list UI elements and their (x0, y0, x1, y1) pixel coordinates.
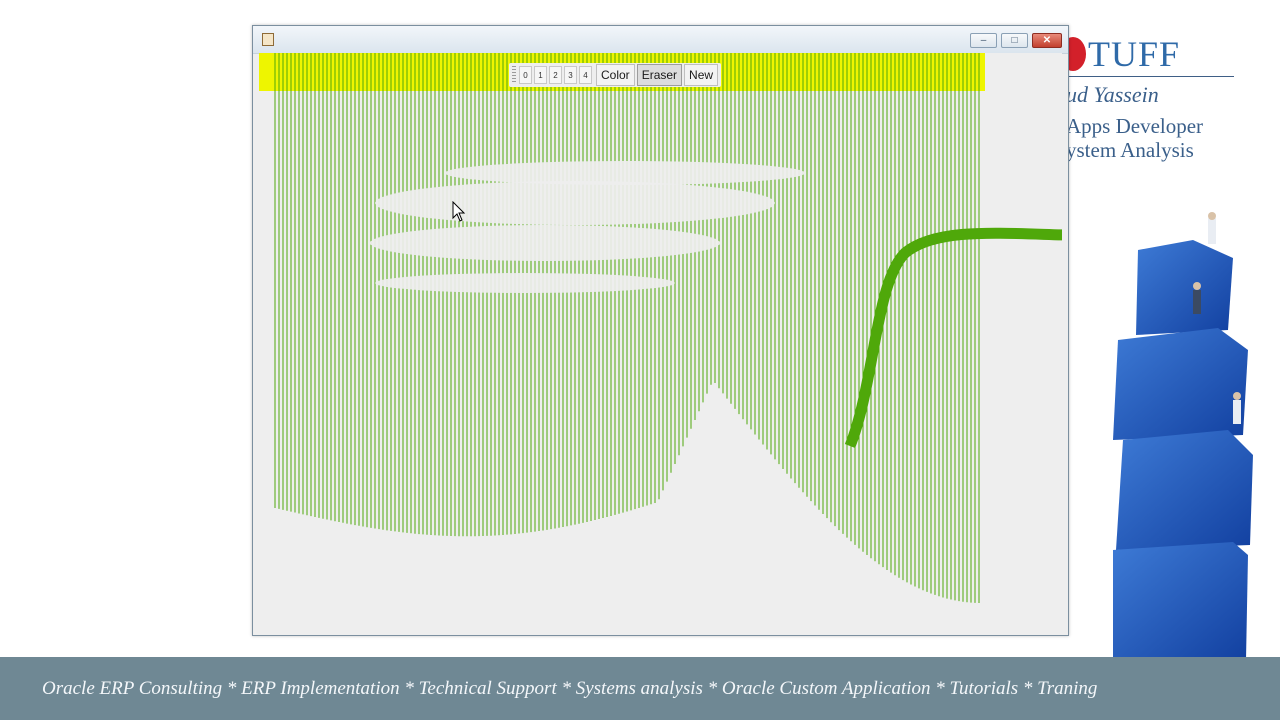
maximize-button[interactable]: □ (1001, 33, 1028, 48)
paint-app-window[interactable]: – □ ✕ 0 1 2 3 4 Color Eraser New (252, 25, 1069, 636)
brand-logo-text: TUFF (1088, 34, 1181, 74)
brush-size-3-button[interactable]: 3 (564, 66, 577, 84)
toolbar-grip-handle[interactable] (512, 66, 516, 84)
blue-cube-tower-image (1113, 212, 1253, 660)
footer-services-text: Oracle ERP Consulting * ERP Implementati… (42, 677, 1098, 699)
drawing-canvas[interactable]: 0 1 2 3 4 Color Eraser New (259, 53, 1062, 629)
new-button[interactable]: New (684, 64, 719, 86)
slide-footer: Oracle ERP Consulting * ERP Implementati… (0, 657, 1280, 720)
brush-size-0-button[interactable]: 0 (519, 66, 532, 84)
brand-logo: TUFF (1060, 34, 1180, 74)
java-cup-icon (262, 33, 274, 46)
paint-toolbar: 0 1 2 3 4 Color Eraser New (509, 63, 722, 87)
minimize-icon: – (980, 35, 987, 46)
brand-divider (1064, 76, 1234, 77)
close-icon: ✕ (1042, 35, 1052, 46)
brand-role-line1: Apps Developer (1066, 114, 1204, 138)
brand-block: TUFF ud Yassein Apps Developer ystem Ana… (1060, 30, 1280, 170)
mouse-pointer-icon (452, 201, 466, 222)
green-brush-strokes (274, 53, 1062, 603)
brand-role-line2: ystem Analysis (1066, 138, 1194, 162)
brush-size-1-button[interactable]: 1 (534, 66, 547, 84)
brush-size-2-button[interactable]: 2 (549, 66, 562, 84)
brand-name: ud Yassein (1066, 82, 1159, 107)
minimize-button[interactable]: – (970, 33, 997, 48)
eraser-button[interactable]: Eraser (636, 64, 683, 86)
color-button[interactable]: Color (596, 64, 635, 86)
close-button[interactable]: ✕ (1032, 33, 1062, 48)
brush-size-4-button[interactable]: 4 (579, 66, 592, 84)
title-bar[interactable]: – □ ✕ (253, 26, 1068, 54)
maximize-icon: □ (1011, 35, 1018, 46)
